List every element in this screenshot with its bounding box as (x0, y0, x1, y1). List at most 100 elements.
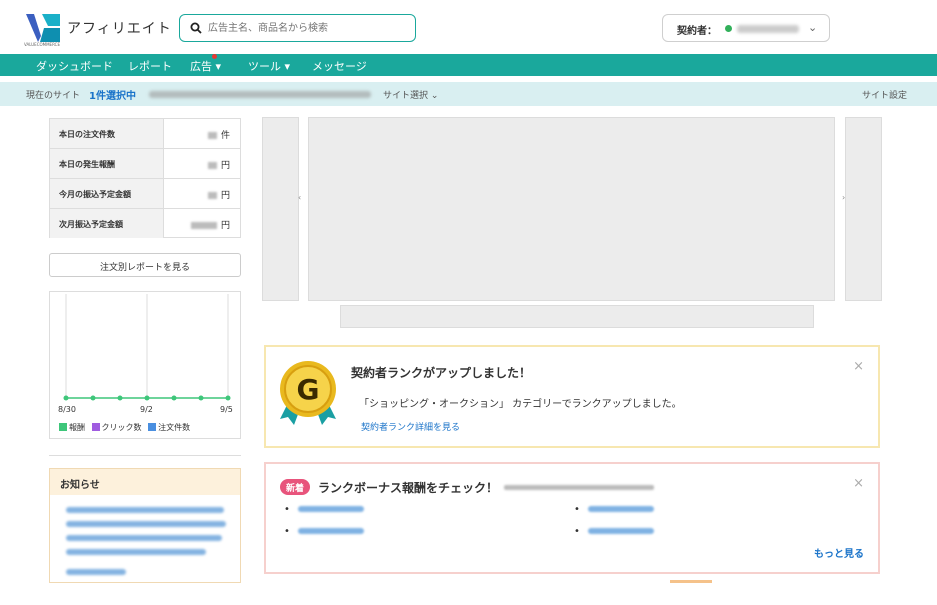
search-input[interactable] (208, 19, 408, 37)
site-name-redacted (149, 91, 371, 98)
rank-title: 契約者ランクがアップしました！ (351, 366, 532, 380)
stat-unit: 件 (220, 131, 230, 141)
status-dot (725, 25, 732, 32)
stat-label: 本日の発生報酬 (50, 149, 164, 178)
close-icon[interactable]: × (853, 359, 864, 374)
notice-link[interactable] (66, 507, 224, 513)
x-tick: 9/2 (140, 405, 153, 414)
see-more-link[interactable]: もっと見る (814, 545, 864, 560)
bullet: • (574, 504, 580, 515)
campaign-link[interactable]: • (284, 504, 364, 515)
campaign-link[interactable]: • (284, 526, 364, 537)
rank-description: 「ショッピング・オークション」 カテゴリーでランクアップしました。 (359, 399, 682, 410)
rank-detail-link[interactable]: 契約者ランク詳細を見る (361, 420, 460, 433)
legend-label: 報酬 (69, 423, 85, 432)
search-box[interactable] (179, 14, 416, 42)
bullet: • (284, 526, 290, 537)
nav-message[interactable]: メッセージ (312, 58, 367, 74)
bonus-title: ランクボーナス報酬をチェック！ (318, 481, 499, 495)
legend-swatch (59, 423, 67, 431)
notice-title: お知らせ (50, 469, 240, 495)
nav-tools-label: ツール (248, 60, 281, 73)
chart-plot: 8/30 9/2 9/5 (58, 294, 233, 414)
legend-label: 注文件数 (158, 423, 191, 432)
new-badge: 新着 (280, 479, 310, 495)
notice-link[interactable] (66, 521, 226, 527)
nav-report[interactable]: レポート (128, 58, 172, 74)
mini-chart: 8/30 9/2 9/5 報酬 クリック数 注文件数 (49, 291, 241, 439)
notification-dot (212, 54, 217, 59)
site-select[interactable]: サイト選択 ⌄ (383, 88, 438, 101)
nav-ads-label: 広告 (190, 60, 212, 73)
contract-dropdown[interactable]: 契約者： ⌄ (662, 14, 830, 42)
legend-label: クリック数 (101, 423, 142, 432)
notice-link[interactable] (66, 569, 126, 575)
medal-letter: G (297, 373, 320, 406)
logo-text: アフィリエイト (67, 21, 172, 37)
search-icon (190, 22, 202, 34)
data-point (225, 395, 231, 401)
divider (49, 455, 241, 456)
data-point (144, 395, 150, 401)
x-tick: 8/30 (58, 405, 76, 414)
caret-down-icon: ▾ (215, 60, 222, 73)
gold-medal-icon: G (280, 361, 336, 425)
notice-link[interactable] (66, 549, 206, 555)
stat-unit: 円 (220, 221, 230, 231)
nav-tools[interactable]: ツール ▾ (248, 58, 290, 74)
stat-row: 次月振込予定金額 円 (50, 209, 240, 239)
stat-label: 今月の振込予定金額 (50, 179, 164, 208)
chevron-down-icon: ⌄ (808, 21, 818, 34)
contract-name-redacted (737, 25, 799, 33)
bullet: • (284, 504, 290, 515)
stats-table: 本日の注文件数 件 本日の発生報酬 円 今月の振込予定金額 円 次月振込予定金額… (49, 118, 241, 238)
bullet: • (574, 526, 580, 537)
stat-unit: 円 (220, 191, 230, 201)
bonus-subtitle-redacted (504, 485, 654, 490)
stat-row: 本日の注文件数 件 (50, 119, 240, 149)
stat-label: 本日の注文件数 (50, 119, 164, 148)
stat-unit: 円 (220, 161, 230, 171)
x-tick: 9/5 (220, 405, 233, 414)
notice-link[interactable] (66, 535, 222, 541)
banner-next[interactable] (845, 117, 882, 301)
data-point (90, 395, 96, 401)
data-point (117, 395, 123, 401)
current-site-label: 現在のサイト (26, 91, 81, 101)
stat-row: 今月の振込予定金額 円 (50, 179, 240, 209)
chart-legend: 報酬 クリック数 注文件数 (59, 422, 190, 433)
rank-bonus-card: 新着 ランクボーナス報酬をチェック！ × • • • • もっと見る (264, 462, 880, 574)
campaign-link[interactable]: • (574, 526, 654, 537)
banner-prev[interactable] (262, 117, 299, 301)
banner-main[interactable] (308, 117, 835, 301)
valuecommerce-logo[interactable] (26, 12, 60, 44)
nav-dashboard[interactable]: ダッシュボード (36, 58, 113, 74)
site-select-label: サイト選択 (383, 91, 429, 101)
data-point (171, 395, 177, 401)
banner-caption (340, 305, 814, 328)
stat-value: 円 (190, 218, 230, 231)
data-point (198, 395, 204, 401)
stat-value: 円 (207, 188, 230, 201)
next-card-edge (670, 580, 712, 583)
legend-swatch (148, 423, 157, 431)
stat-value: 円 (207, 158, 230, 171)
chevron-left-icon[interactable]: ‹ (298, 193, 301, 202)
stat-value: 件 (207, 128, 230, 141)
caret-down-icon: ▾ (284, 60, 291, 73)
chevron-down-icon: ⌄ (430, 91, 439, 101)
site-bar: 現在のサイト 1件選択中 サイト選択 ⌄ サイト設定 (0, 82, 937, 106)
header: VALUECOMMERCE アフィリエイト 契約者： ⌄ (0, 0, 937, 54)
stat-label: 次月振込予定金額 (50, 209, 164, 238)
selected-count[interactable]: 1件選択中 (89, 87, 136, 102)
campaign-link[interactable]: • (574, 504, 654, 515)
nav-ads[interactable]: 広告 ▾ (190, 54, 222, 74)
rank-up-card: G 契約者ランクがアップしました！ 「ショッピング・オークション」 カテゴリーで… (264, 345, 880, 448)
logo-sub: VALUECOMMERCE (24, 42, 60, 47)
order-report-button[interactable]: 注文別レポートを見る (49, 253, 241, 277)
stat-row: 本日の発生報酬 円 (50, 149, 240, 179)
notice-panel: お知らせ (49, 468, 241, 583)
site-settings-link[interactable]: サイト設定 (862, 88, 907, 101)
contract-label: 契約者： (677, 26, 717, 37)
close-icon[interactable]: × (853, 476, 864, 491)
